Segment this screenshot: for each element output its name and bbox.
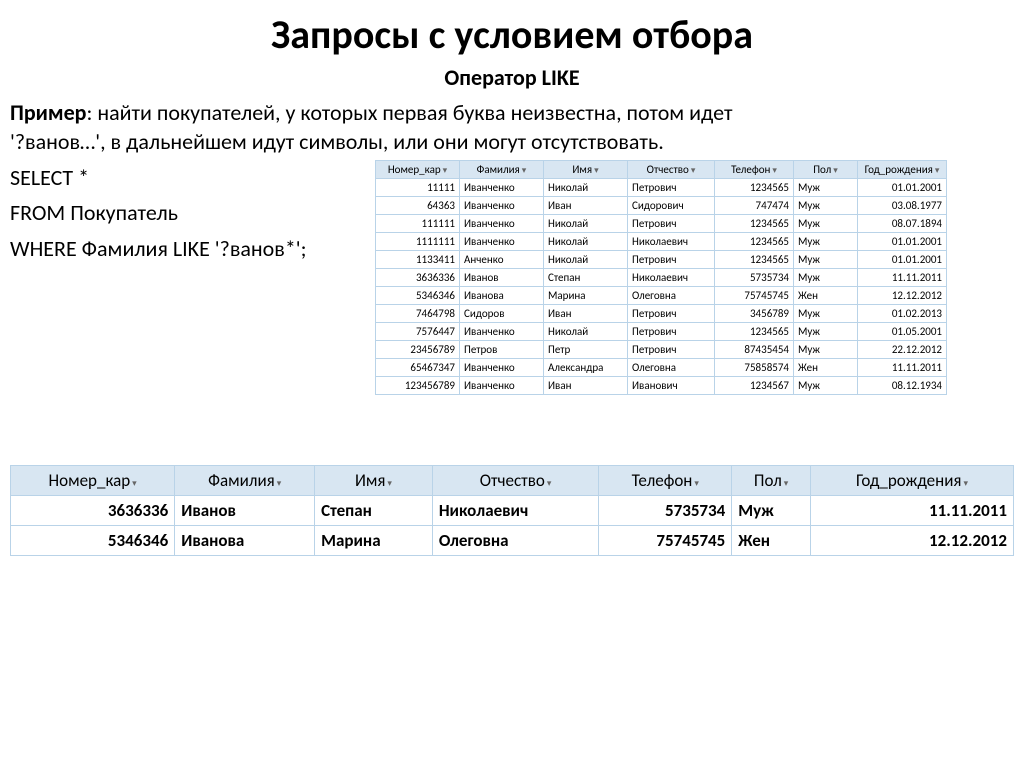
th-tel[interactable]: Телефон▾ — [599, 466, 732, 496]
th-name[interactable]: Имя▾ — [544, 161, 628, 179]
table-row: 65467347ИванченкоАлександраОлеговна75858… — [376, 359, 947, 377]
table-row: 123456789ИванченкоИванИванович1234567Муж… — [376, 377, 947, 395]
th-fam[interactable]: Фамилия▾ — [175, 466, 315, 496]
dropdown-icon[interactable]: ▾ — [277, 478, 282, 489]
sql-line-3: WHERE Фамилия LIKE '?ванов*'; — [10, 231, 375, 266]
table-row: 3636336ИвановСтепанНиколаевич5735734Муж1… — [11, 496, 1014, 526]
th-name[interactable]: Имя▾ — [315, 466, 433, 496]
table-row: 11111ИванченкоНиколайПетрович1234565Муж0… — [376, 179, 947, 197]
th-tel[interactable]: Телефон▾ — [715, 161, 794, 179]
table-row: 23456789ПетровПетрПетрович87435454Муж22.… — [376, 341, 947, 359]
dropdown-icon[interactable]: ▾ — [547, 478, 552, 489]
sql-line-2: FROM Покупатель — [10, 195, 375, 230]
th-id[interactable]: Номер_кар▾ — [376, 161, 460, 179]
th-year[interactable]: Год_рождения▾ — [858, 161, 947, 179]
result-table: Номер_кар▾ Фамилия▾ Имя▾ Отчество▾ Телеф… — [10, 465, 1014, 556]
sql-line-1: SELECT * — [10, 160, 375, 195]
dropdown-icon[interactable]: ▾ — [833, 165, 838, 176]
dropdown-icon[interactable]: ▾ — [963, 478, 968, 489]
example-label: Пример — [10, 99, 86, 126]
table-row: 3636336ИвановСтепанНиколаевич5735734Муж1… — [376, 269, 947, 287]
dropdown-icon[interactable]: ▾ — [522, 165, 527, 176]
dropdown-icon[interactable]: ▾ — [594, 165, 599, 176]
example-paragraph: Пример: найти покупателей, у которых пер… — [10, 99, 1014, 156]
table-row: 1111111ИванченкоНиколайНиколаевич1234565… — [376, 233, 947, 251]
th-id[interactable]: Номер_кар▾ — [11, 466, 175, 496]
table-row: 5346346ИвановаМаринаОлеговна75745745Жен1… — [11, 526, 1014, 556]
dropdown-icon[interactable]: ▾ — [935, 165, 940, 176]
dropdown-icon[interactable]: ▾ — [443, 165, 448, 176]
page-title: Запросы с условием отбора — [0, 10, 1024, 59]
th-pol[interactable]: Пол▾ — [794, 161, 858, 179]
th-fam[interactable]: Фамилия▾ — [460, 161, 544, 179]
example-text-1: : найти покупателей, у которых первая бу… — [86, 99, 732, 126]
dropdown-icon[interactable]: ▾ — [772, 165, 777, 176]
sql-block: SELECT * FROM Покупатель WHERE Фамилия L… — [10, 160, 375, 266]
source-table: Номер_кар▾ Фамилия▾ Имя▾ Отчество▾ Телеф… — [375, 160, 947, 395]
table-row: 1133411АнченкоНиколайПетрович1234565Муж0… — [376, 251, 947, 269]
table-row: 7464798СидоровИванПетрович3456789Муж01.0… — [376, 305, 947, 323]
th-otch[interactable]: Отчество▾ — [432, 466, 598, 496]
th-pol[interactable]: Пол▾ — [732, 466, 811, 496]
th-otch[interactable]: Отчество▾ — [628, 161, 715, 179]
table-row: 111111ИванченкоНиколайПетрович1234565Муж… — [376, 215, 947, 233]
dropdown-icon[interactable]: ▾ — [784, 478, 789, 489]
dropdown-icon[interactable]: ▾ — [387, 478, 392, 489]
table-row: 7576447ИванченкоНиколайПетрович1234565Му… — [376, 323, 947, 341]
subtitle: Оператор LIKE — [0, 64, 1024, 91]
dropdown-icon[interactable]: ▾ — [691, 165, 696, 176]
table-row: 64363ИванченкоИванСидорович747474Муж03.0… — [376, 197, 947, 215]
table-row: 5346346ИвановаМаринаОлеговна75745745Жен1… — [376, 287, 947, 305]
dropdown-icon[interactable]: ▾ — [694, 478, 699, 489]
example-text-2: '?ванов…', в дальнейшем идут символы, ил… — [10, 128, 664, 155]
th-year[interactable]: Год_рождения▾ — [810, 466, 1013, 496]
dropdown-icon[interactable]: ▾ — [132, 478, 137, 489]
